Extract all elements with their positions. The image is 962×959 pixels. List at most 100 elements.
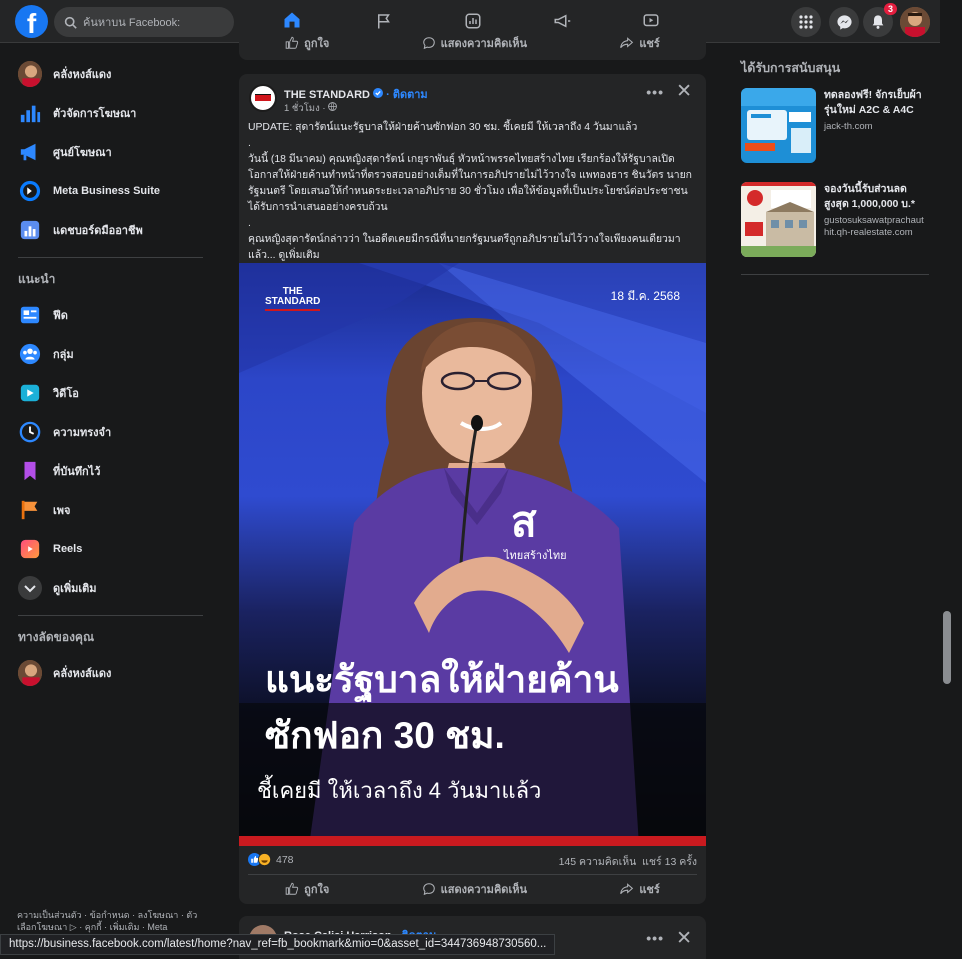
shirt-logo-letter: ส: [511, 498, 537, 545]
reactions-summary[interactable]: 478: [248, 853, 294, 866]
ad-domain: gustosuksawatprachauthit.qh-realestate.c…: [824, 215, 924, 238]
sidebar-item-business-suite[interactable]: Meta Business Suite: [8, 171, 208, 210]
section-heading-recommended: แนะนำ: [18, 272, 56, 286]
globe-icon: [328, 102, 338, 111]
sidebar-item-memories[interactable]: ความทรงจำ: [8, 412, 208, 451]
image-brand-logo: THE STANDARD: [265, 287, 321, 311]
comment-icon: [422, 36, 435, 49]
reels-icon: [20, 539, 40, 558]
share-icon: [620, 883, 634, 894]
image-headline-1: แนะรัฐบาลให้ฝ่ายค้าน: [265, 659, 619, 700]
page-logo-avatar[interactable]: [249, 84, 277, 112]
sidebar-shortcut-page[interactable]: คลั่งหงส์แดง: [8, 653, 208, 692]
facebook-logo-icon[interactable]: f: [15, 5, 48, 39]
post-stats: 478 145 ความคิดเห็น แชร์ 13 ครั้ง: [239, 851, 706, 873]
comment-button[interactable]: แสดงความคิดเห็น: [422, 34, 527, 52]
sidebar-item-saved[interactable]: ที่บันทึกไว้: [8, 451, 208, 490]
ad-title[interactable]: จองวันนี้รับส่วนลดสูงสุด 1,000,000 บ.*: [824, 182, 929, 212]
notifications-button[interactable]: 3: [863, 3, 897, 37]
post-image[interactable]: ส ไทยสร้างไทย THE STANDARD 18 มี.ค. 2568…: [239, 263, 706, 846]
ad-item[interactable]: ทดลองฟรี! จักรเย็บผ้ารุ่นใหม่ A2C & A4C …: [741, 88, 929, 168]
sewing-machine-ad-image: [741, 88, 816, 163]
right-sidebar: ได้รับการสนับสนุน ทดลองฟรี! จักรเย็บผ้าร…: [741, 58, 929, 275]
sidebar-item-groups[interactable]: กลุ่ม: [8, 334, 208, 373]
search-input[interactable]: ค้นหาบน Facebook:: [83, 13, 180, 31]
sidebar-item-pages[interactable]: เพจ: [8, 490, 208, 529]
divider: [18, 257, 203, 258]
comment-button[interactable]: แสดงความคิดเห็น: [422, 880, 527, 898]
close-icon[interactable]: ✕: [676, 927, 692, 950]
post-text-line[interactable]: คุณหญิงสุดารัตน์กล่าวว่า ในอดีตเคยมีกรณี…: [248, 232, 697, 264]
home-icon: [284, 12, 300, 27]
close-icon[interactable]: ✕: [676, 80, 692, 103]
follow-link[interactable]: · ติดตาม: [386, 89, 428, 101]
menu-button[interactable]: [791, 7, 821, 37]
scrollbar-track[interactable]: [940, 0, 962, 959]
sidebar-item-feed[interactable]: ฟีด: [8, 295, 208, 334]
post-time[interactable]: 1 ชั่วโมง ·: [284, 101, 338, 116]
ad-image[interactable]: [741, 182, 816, 257]
verified-badge-icon: [373, 88, 384, 98]
divider: [741, 274, 929, 275]
ad-image[interactable]: [741, 88, 816, 163]
share-button[interactable]: แชร์: [619, 880, 660, 898]
sidebar-item-video[interactable]: วิดีโอ: [8, 373, 208, 412]
sidebar-item-ad-center[interactable]: ศูนย์โฆษณา: [8, 132, 208, 171]
bookmark-icon: [24, 461, 36, 480]
image-date: 18 มี.ค. 2568: [610, 289, 680, 303]
ad-title[interactable]: ทดลองฟรี! จักรเย็บผ้ารุ่นใหม่ A2C & A4C: [824, 88, 929, 118]
post-text: UPDATE: สุดารัตน์แนะรัฐบาลให้ฝ่ายค้านซัก…: [239, 112, 706, 264]
avatar-image: [900, 7, 930, 37]
sidebar-item-reels[interactable]: Reels: [8, 529, 208, 568]
sidebar-item-page[interactable]: คลั่งหงส์แดง: [8, 54, 208, 93]
the-standard-logo-icon: [252, 87, 274, 109]
logo-underline: [265, 309, 321, 311]
feed-icon: [20, 306, 40, 323]
sidebar-item-ads-manager[interactable]: ตัวจัดการโฆษณา: [8, 93, 208, 132]
notification-badge: 3: [883, 3, 897, 15]
ad-center-megaphone-icon: [20, 143, 36, 160]
profile-avatar[interactable]: [900, 7, 930, 37]
post-text-line: UPDATE: สุดารัตน์แนะรัฐบาลให้ฝ่ายค้านซัก…: [248, 122, 638, 133]
comment-icon: [422, 883, 435, 896]
like-button[interactable]: ถูกใจ: [285, 34, 329, 52]
comments-count[interactable]: 145 ความคิดเห็น: [559, 856, 637, 868]
megaphone-icon: [554, 14, 571, 28]
footer-links[interactable]: ความเป็นส่วนตัว · ข้อกำหนด · ลงโฆษณา · ต…: [17, 909, 202, 933]
like-button[interactable]: ถูกใจ: [285, 880, 329, 898]
previous-post-actions: ถูกใจ แสดงความคิดเห็น แชร์: [239, 33, 706, 60]
more-options-icon[interactable]: •••: [646, 84, 664, 100]
messenger-icon: [836, 14, 852, 30]
ad-item[interactable]: จองวันนี้รับส่วนลดสูงสุด 1,000,000 บ.* g…: [741, 182, 929, 262]
video-icon: [20, 384, 40, 401]
post-card: THE STANDARD · ติดตาม 1 ชั่วโมง · ••• ✕ …: [239, 74, 706, 904]
thumbs-up-icon: [285, 36, 299, 49]
status-bar-url: https://business.facebook.com/latest/hom…: [0, 934, 556, 955]
reactions-count: 478: [276, 853, 294, 866]
shares-count[interactable]: แชร์ 13 ครั้ง: [642, 856, 697, 868]
sidebar-item-label: ฟีด: [53, 309, 68, 322]
image-subheadline: ชี้เคยมี ให้เวลาถึง 4 วันมาแล้ว: [257, 778, 542, 803]
search-box[interactable]: ค้นหาบน Facebook:: [54, 7, 234, 37]
chart-icon: [465, 13, 481, 29]
engagement-counts[interactable]: 145 ความคิดเห็น แชร์ 13 ครั้ง: [559, 853, 697, 870]
sidebar-item-label: ตัวจัดการโฆษณา: [53, 107, 137, 120]
post-text-line: .: [248, 138, 251, 149]
page-avatar: [18, 60, 42, 87]
post-text-line: วันนี้ (18 มีนาคม) คุณหญิงสุดารัตน์ เกยุ…: [248, 154, 692, 213]
sidebar-item-label: ที่บันทึกไว้: [53, 465, 101, 478]
messenger-button[interactable]: [829, 7, 859, 37]
sidebar-item-label: ดูเพิ่มเติม: [53, 582, 97, 595]
thumbs-up-icon: [285, 882, 299, 895]
sidebar-item-label: กลุ่ม: [53, 348, 74, 361]
post-header: THE STANDARD · ติดตาม 1 ชั่วโมง · ••• ✕: [239, 74, 706, 114]
sidebar-item-label: Reels: [53, 542, 83, 555]
share-button[interactable]: แชร์: [619, 34, 660, 52]
sidebar-see-more[interactable]: ดูเพิ่มเติม: [8, 568, 208, 607]
post-text-line: .: [248, 218, 251, 229]
sidebar-item-professional-dashboard[interactable]: แดชบอร์ดมืออาชีพ: [8, 210, 208, 249]
post-actions: ถูกใจ แสดงความคิดเห็น แชร์: [239, 875, 706, 903]
image-headline-2: ซักฟอก 30 ชม.: [265, 715, 505, 756]
more-options-icon[interactable]: •••: [646, 930, 664, 946]
scrollbar-thumb[interactable]: [943, 611, 951, 684]
